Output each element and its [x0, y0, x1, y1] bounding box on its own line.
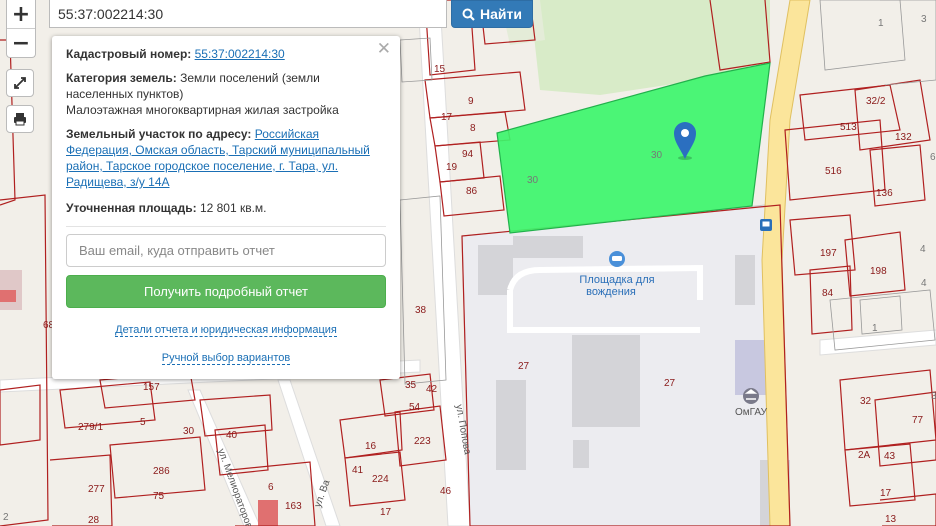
parcel-number-label: 277 [88, 484, 105, 495]
parcel-number-label: 9 [468, 96, 474, 107]
cadastral-number-label: Кадастровый номер: [66, 47, 192, 61]
parcel-number-label: 4 [921, 278, 927, 289]
parcel-number-label: 30 [527, 175, 539, 186]
parcel-number-label: 198 [870, 266, 887, 277]
parcel-number-label: 40 [226, 430, 238, 441]
parcel-number-label: 163 [285, 501, 302, 512]
search-box [49, 0, 447, 28]
car-icon[interactable] [609, 251, 625, 267]
parcel-number-label: 43 [884, 451, 896, 462]
parcel-number-label: 224 [372, 474, 389, 485]
parcel-number-label: 30 [183, 426, 195, 437]
poi-label-line1: Площадка для [579, 274, 654, 286]
parcel-number-label: 4 [920, 244, 926, 255]
parcel-number-label: 84 [822, 288, 834, 299]
parcel-number-label: 28 [88, 515, 100, 526]
parcel-number-label: 41 [352, 465, 364, 476]
area-row: Уточненная площадь: 12 801 кв.м. [66, 200, 386, 216]
printer-icon [14, 113, 26, 126]
parcel-number-label: 46 [440, 486, 452, 497]
address-label: Земельный участок по адресу: [66, 127, 252, 141]
parcel-number-label: 516 [825, 166, 842, 177]
manual-selection-link[interactable]: Ручной выбор вариантов [161, 352, 291, 365]
get-report-button[interactable]: Получить подробный отчет [66, 275, 386, 308]
parcel-number-label: 197 [820, 248, 837, 259]
zoom-control: + − [6, 0, 36, 58]
search-button[interactable]: Найти [451, 0, 533, 28]
area-label: Уточненная площадь: [66, 201, 197, 215]
parcel-number-label: 32/2 [866, 96, 886, 107]
parcel-number-label: 77 [912, 415, 924, 426]
poi-label-line2: вождения [586, 286, 636, 298]
parcel-number-label: 1 [872, 323, 878, 334]
parcel-number-label: 27 [664, 378, 676, 389]
cadastral-number-row: Кадастровый номер: 55:37:002214:30 [66, 46, 386, 62]
parcel-info-popup: ✕ Кадастровый номер: 55:37:002214:30 Кат… [52, 36, 400, 379]
parcel-number-label: 132 [895, 132, 912, 143]
search-input[interactable] [50, 0, 446, 27]
fullscreen-button[interactable] [6, 69, 34, 97]
parcel-number-label: 38 [415, 305, 427, 316]
manual-link-row: Ручной выбор вариантов [66, 350, 386, 366]
parcel-number-label: 279/1 [78, 422, 103, 433]
parcel-number-label: 30 [651, 150, 663, 161]
parcel-number-label: 513 [840, 122, 857, 133]
zoom-in-button[interactable]: + [7, 0, 35, 28]
email-field[interactable] [66, 234, 386, 267]
parcel-number-label: 3 [931, 391, 936, 402]
parcel-number-label: 94 [462, 149, 474, 160]
divider [66, 226, 386, 227]
parcel-number-label: 54 [409, 402, 421, 413]
parcel-number-label: 2А [858, 450, 871, 461]
parcel-number-label: 15 [434, 64, 446, 75]
details-link[interactable]: Детали отчета и юридическая информация [115, 324, 337, 337]
land-category-row: Категория земель: Земли поселений (земли… [66, 70, 386, 118]
parcel-number-label: 17 [380, 507, 392, 518]
parcel-number-label: 286 [153, 466, 170, 477]
zoom-out-button[interactable]: − [7, 28, 35, 57]
parcel-number-label: 27 [518, 361, 530, 372]
parcel-number-label: 86 [466, 186, 478, 197]
parcel-number-label: 3 [921, 14, 927, 25]
print-button[interactable] [6, 105, 34, 133]
parcel-number-label: 17 [441, 112, 453, 123]
parcel-number-label: 13 [885, 514, 897, 525]
parcel-number-label: 35 [405, 380, 417, 391]
parcel-number-label: 2 [3, 512, 9, 523]
parcel-number-label: 157 [143, 382, 160, 393]
parcel-number-label: 5 [140, 417, 146, 428]
parcel-number-label: 136 [876, 188, 893, 199]
bus-stop-icon[interactable] [760, 219, 772, 231]
area-value: 12 801 кв.м. [199, 201, 267, 215]
search-button-label: Найти [480, 6, 522, 22]
address-row: Земельный участок по адресу: Российская … [66, 126, 386, 190]
details-link-row: Детали отчета и юридическая информация [66, 322, 386, 338]
parcel-number-label: 75 [153, 491, 165, 502]
cadastral-number-link[interactable]: 55:37:002214:30 [195, 47, 285, 61]
parcel-number-label: 8 [470, 123, 476, 134]
parcel-number-label: 32 [860, 396, 872, 407]
close-icon[interactable]: ✕ [377, 41, 391, 58]
parcel-number-label: 6 [268, 482, 274, 493]
parcel-number-label: 223 [414, 436, 431, 447]
parcel-number-label: 1 [878, 18, 884, 29]
parcel-number-label: 19 [446, 162, 458, 173]
poi-label: ОмГАУ [735, 407, 768, 418]
land-usage-value: Малоэтажная многоквартирная жилая застро… [66, 103, 339, 117]
parcel-number-label: 6 [930, 152, 936, 163]
expand-icon [14, 77, 26, 89]
parcel-number-label: 16 [365, 441, 377, 452]
parcel-number-label: 17 [880, 488, 892, 499]
land-category-label: Категория земель: [66, 71, 177, 85]
parcel-number-label: 42 [426, 384, 438, 395]
university-icon[interactable] [743, 388, 759, 404]
search-icon [462, 8, 475, 21]
